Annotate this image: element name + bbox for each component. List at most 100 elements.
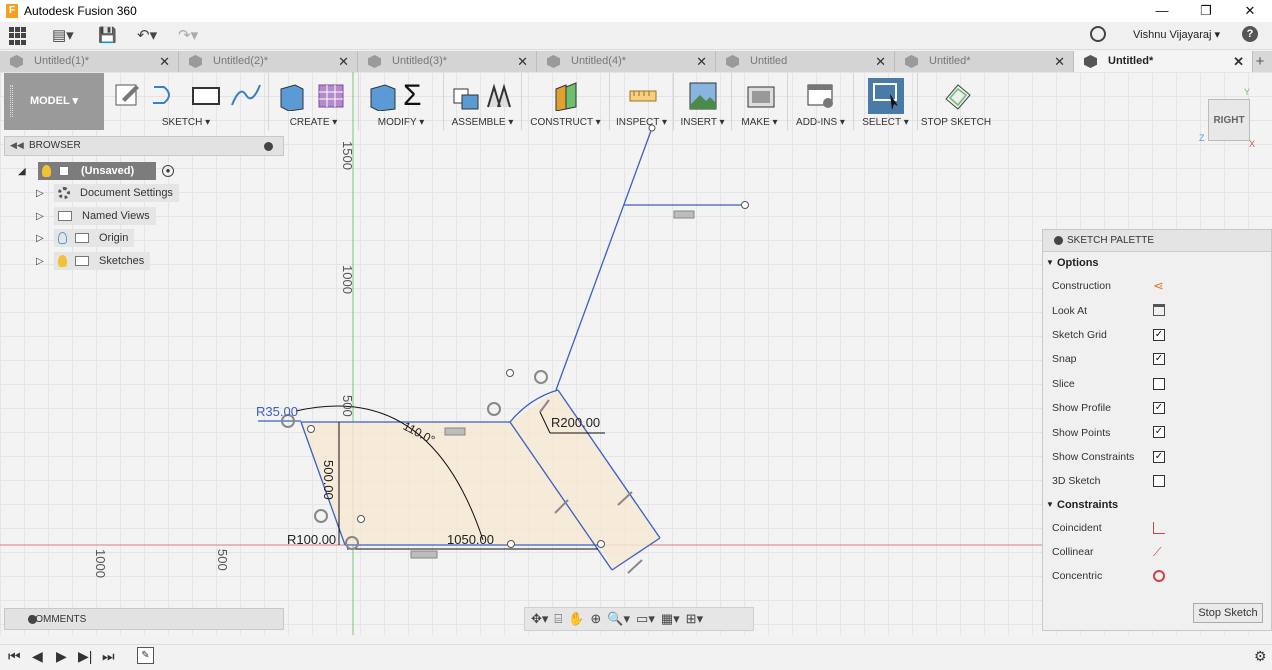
browser-panel[interactable]: ◀◀ BROWSER (4, 136, 284, 156)
inspect-group[interactable]: INSPECT ▾ (610, 73, 674, 130)
joint-icon[interactable] (484, 81, 514, 111)
workspace-switcher[interactable]: MODEL ▾ (4, 73, 104, 130)
browser-pin-icon[interactable] (264, 142, 273, 151)
new-tab-button[interactable]: + (1253, 51, 1267, 72)
redo-icon[interactable]: ↷▾ (178, 25, 198, 47)
sketch-group[interactable]: SKETCH ▾ (104, 73, 269, 130)
visibility-bulb-icon[interactable] (58, 232, 67, 244)
measure-icon[interactable] (628, 87, 658, 107)
browser-root-item[interactable]: ◢ (Unsaved) ● (18, 162, 174, 180)
viewports-icon[interactable]: ⊞▾ (686, 611, 703, 627)
option-construction[interactable]: Construction ⋖ (1043, 274, 1271, 298)
browser-item-named-views[interactable]: ▷ Named Views (36, 207, 156, 225)
expand-triangle-icon[interactable]: ▷ (36, 188, 48, 199)
undo-icon[interactable]: ↶▾ (137, 25, 157, 47)
modify-group[interactable]: Σ MODIFY ▾ (359, 73, 444, 130)
options-section-header[interactable]: Options (1043, 252, 1271, 274)
step-back-icon[interactable]: ◀ (32, 648, 43, 665)
option-show-points[interactable]: Show Points ✓ (1043, 420, 1271, 444)
extrude-icon[interactable] (277, 81, 307, 111)
expand-triangle-icon[interactable]: ▷ (36, 233, 48, 244)
insert-group[interactable]: INSERT ▾ (674, 73, 732, 130)
sketch-timeline-feature-icon[interactable]: ✎ (137, 647, 154, 664)
comments-add-icon[interactable] (28, 615, 37, 624)
3d-print-icon[interactable] (746, 81, 776, 111)
look-at-icon[interactable] (1153, 304, 1165, 317)
tab-untitled-2[interactable]: Untitled(2)* ✕ (179, 51, 358, 72)
go-to-start-icon[interactable]: ⏮ (8, 648, 21, 665)
minimize-button[interactable]: — (1140, 0, 1184, 22)
zoom-icon[interactable]: ⊕ (590, 611, 601, 627)
show-profile-checkbox[interactable]: ✓ (1153, 401, 1165, 414)
dimension-r200[interactable]: R200.00 (551, 415, 600, 430)
3d-sketch-checkbox[interactable] (1153, 475, 1165, 488)
concentric-icon[interactable] (1153, 570, 1165, 583)
tab-untitled-1[interactable]: Untitled(1)* ✕ (0, 51, 179, 72)
close-tab-icon[interactable]: ✕ (159, 51, 170, 72)
browser-item-document-settings[interactable]: ▷ Document Settings (36, 184, 179, 202)
close-window-button[interactable]: ✕ (1228, 0, 1272, 22)
close-tab-icon[interactable]: ✕ (517, 51, 528, 72)
display-settings-icon[interactable]: ▭▾ (636, 611, 655, 627)
help-icon[interactable]: ? (1242, 26, 1258, 42)
spline-icon[interactable] (230, 81, 262, 109)
insert-image-icon[interactable] (688, 81, 718, 111)
stop-sketch-icon[interactable] (942, 81, 972, 111)
expand-triangle-icon[interactable]: ▷ (36, 256, 48, 267)
constraint-collinear[interactable]: Collinear ⟋ (1043, 540, 1271, 564)
option-snap[interactable]: Snap ✓ (1043, 347, 1271, 371)
collapse-browser-icon[interactable]: ◀◀ (10, 140, 24, 151)
close-tab-icon[interactable]: ✕ (338, 51, 349, 72)
step-forward-icon[interactable]: ▶| (78, 648, 92, 665)
scripts-addins-icon[interactable] (806, 81, 836, 111)
expand-triangle-icon[interactable]: ◢ (18, 166, 30, 177)
snap-checkbox[interactable]: ✓ (1153, 353, 1165, 366)
file-menu-icon[interactable]: ▤▾ (52, 25, 74, 47)
make-group[interactable]: MAKE ▾ (732, 73, 788, 130)
press-pull-icon[interactable] (367, 81, 397, 111)
constraints-section-header[interactable]: Constraints (1043, 494, 1271, 516)
option-slice[interactable]: Slice (1043, 372, 1271, 396)
expand-triangle-icon[interactable]: ▷ (36, 211, 48, 222)
fit-zoom-icon[interactable]: 🔍▾ (607, 611, 630, 627)
stop-sketch-button[interactable]: Stop Sketch (1193, 603, 1263, 623)
save-icon[interactable]: 💾 (98, 25, 117, 47)
option-show-profile[interactable]: Show Profile ✓ (1043, 396, 1271, 420)
slice-checkbox[interactable] (1153, 377, 1165, 390)
dimension-1050[interactable]: 1050.00 (447, 532, 494, 547)
activate-radio-icon[interactable]: ● (162, 165, 174, 177)
create-group[interactable]: CREATE ▾ (269, 73, 359, 130)
sigma-parameters-icon[interactable]: Σ (403, 81, 422, 111)
job-status-clock-icon[interactable] (1090, 26, 1106, 42)
coincident-icon[interactable] (1153, 521, 1165, 534)
constraint-coincident[interactable]: Coincident (1043, 516, 1271, 540)
browser-item-sketches[interactable]: ▷ Sketches (36, 252, 151, 270)
create-sketch-icon[interactable] (114, 81, 142, 109)
option-show-constraints[interactable]: Show Constraints ✓ (1043, 445, 1271, 469)
assemble-group[interactable]: ASSEMBLE ▾ (444, 73, 522, 130)
restore-button[interactable]: ❐ (1184, 0, 1228, 22)
show-points-checkbox[interactable]: ✓ (1153, 426, 1165, 439)
dimension-r35[interactable]: R35.00 (256, 404, 298, 419)
show-constraints-checkbox[interactable]: ✓ (1153, 450, 1165, 463)
construct-group[interactable]: CONSTRUCT ▾ (522, 73, 610, 130)
select-group[interactable]: SELECT ▾ (854, 73, 918, 130)
tab-untitled-4[interactable]: Untitled(4)* ✕ (537, 51, 716, 72)
select-icon[interactable] (868, 78, 904, 114)
sketch-grid-checkbox[interactable]: ✓ (1153, 328, 1165, 341)
visibility-bulb-icon[interactable] (42, 165, 51, 177)
orbit-icon[interactable]: ✥▾ (531, 611, 548, 627)
offset-plane-icon[interactable] (552, 81, 582, 111)
data-panel-grid-icon[interactable] (9, 27, 27, 45)
close-tab-icon[interactable]: ✕ (1233, 51, 1244, 72)
construction-icon[interactable]: ⋖ (1153, 279, 1165, 292)
go-to-end-icon[interactable]: ⏭ (102, 648, 115, 665)
stop-sketch-group[interactable]: STOP SKETCH (918, 73, 994, 130)
close-tab-icon[interactable]: ✕ (875, 51, 886, 72)
play-icon[interactable]: ▶ (56, 648, 67, 665)
collinear-icon[interactable]: ⟋ (1153, 546, 1165, 558)
visibility-bulb-icon[interactable] (58, 255, 67, 267)
rectangle-icon[interactable] (190, 81, 222, 109)
timeline-settings-gear-icon[interactable]: ⚙ (1254, 648, 1267, 665)
tab-untitled-6[interactable]: Untitled* ✕ (895, 51, 1074, 72)
